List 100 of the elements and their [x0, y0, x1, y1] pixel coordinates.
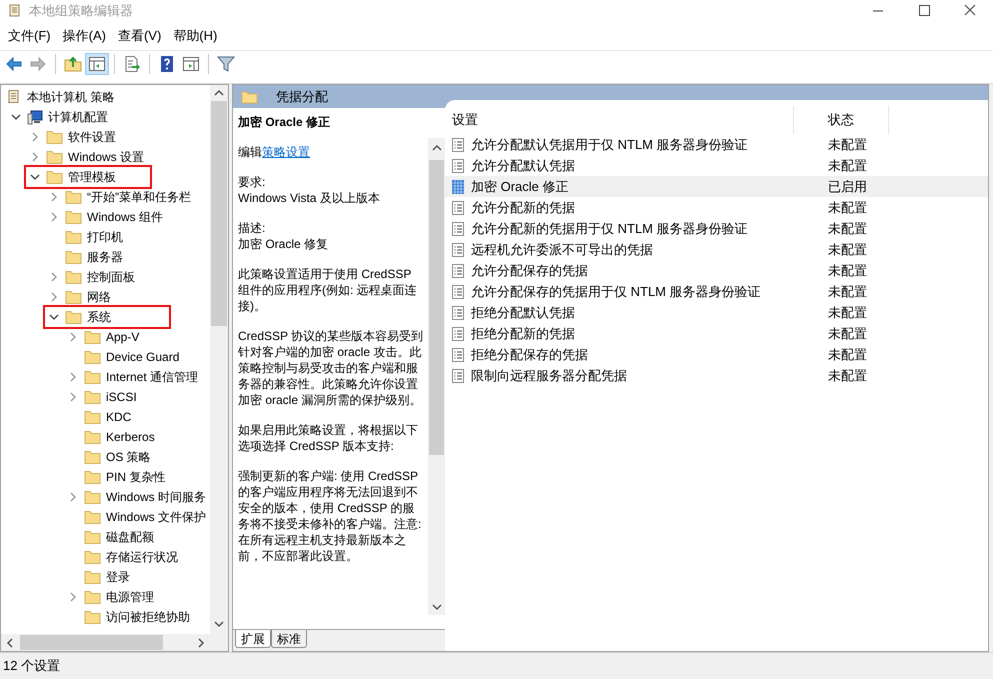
- policy-row[interactable]: 允许分配新的凭据 未配置: [445, 197, 988, 218]
- setting-name: 允许分配默认凭据: [471, 156, 576, 175]
- folder-icon: [65, 249, 82, 265]
- scroll-up-icon[interactable]: [432, 144, 442, 152]
- vertical-scrollbar[interactable]: [428, 138, 445, 615]
- scroll-thumb[interactable]: [429, 160, 444, 455]
- setting-icon: [451, 220, 465, 236]
- folder-icon: [65, 209, 82, 225]
- tree-item[interactable]: 计算机配置: [48, 108, 108, 126]
- tree-item[interactable]: App-V: [106, 328, 140, 346]
- tree-item[interactable]: Windows 文件保护: [106, 508, 206, 526]
- folder-icon: [84, 369, 101, 385]
- setting-state: 已启用: [827, 178, 868, 196]
- tree-item[interactable]: Windows 组件: [87, 208, 164, 226]
- vertical-scrollbar[interactable]: [210, 85, 228, 634]
- scroll-up-icon[interactable]: [214, 89, 224, 97]
- scroll-right-icon[interactable]: [197, 638, 205, 648]
- chevron-down-icon[interactable]: [30, 172, 40, 182]
- tree-item[interactable]: 存储运行状况: [106, 548, 178, 566]
- tree-item[interactable]: 控制面板: [87, 268, 135, 286]
- tree-item[interactable]: 本地计算机 策略: [27, 88, 114, 106]
- policy-row[interactable]: 加密 Oracle 修正 已启用: [445, 176, 988, 197]
- policy-row[interactable]: 允许分配保存的凭据用于仅 NTLM 服务器身份验证 未配置: [445, 281, 988, 302]
- policy-settings-link[interactable]: 策略设置: [262, 144, 310, 160]
- tree-item[interactable]: 网络: [87, 288, 111, 306]
- help-icon: [158, 54, 176, 72]
- folder-icon: [46, 129, 63, 145]
- tree-item[interactable]: OS 策略: [106, 448, 151, 466]
- chevron-right-icon[interactable]: [49, 292, 59, 302]
- chevron-down-icon[interactable]: [11, 112, 21, 122]
- tree-item[interactable]: Windows 时间服务: [106, 488, 206, 506]
- menu-item[interactable]: 操作(A): [56, 26, 112, 46]
- scroll-left-icon[interactable]: [6, 638, 14, 648]
- setting-icon: [451, 158, 465, 174]
- menu-item[interactable]: 文件(F): [2, 26, 57, 46]
- policy-row[interactable]: 允许分配默认凭据用于仅 NTLM 服务器身份验证 未配置: [445, 134, 988, 155]
- policy-row[interactable]: 限制向远程服务器分配凭据 未配置: [445, 365, 988, 386]
- folder-icon: [84, 589, 101, 605]
- scroll-thumb[interactable]: [211, 101, 227, 326]
- tree-item[interactable]: Windows 设置: [68, 148, 144, 166]
- policy-row[interactable]: 拒绝分配保存的凭据 未配置: [445, 344, 988, 365]
- tree-item[interactable]: 管理模板: [68, 168, 116, 186]
- chevron-right-icon[interactable]: [30, 152, 40, 162]
- description-text: 如果启用此策略设置，将根据以下选项选择 CredSSP 版本支持:: [238, 422, 419, 454]
- tree-item[interactable]: 系统: [87, 308, 111, 326]
- chevron-right-icon[interactable]: [68, 392, 78, 402]
- scroll-thumb[interactable]: [20, 635, 163, 650]
- folder-icon: [65, 289, 82, 305]
- tree-item[interactable]: 电源管理: [106, 588, 154, 606]
- setting-name: 拒绝分配保存的凭据: [471, 346, 589, 364]
- policy-row[interactable]: 允许分配默认凭据 未配置: [445, 155, 988, 176]
- tree-item[interactable]: 访问被拒绝协助: [106, 608, 190, 626]
- scroll-down-icon[interactable]: [214, 620, 224, 628]
- panel-button[interactable]: [85, 52, 109, 74]
- setting-icon: [451, 242, 465, 258]
- horizontal-scrollbar[interactable]: [1, 634, 228, 651]
- chevron-right-icon[interactable]: [49, 212, 59, 222]
- chevron-right-icon[interactable]: [30, 132, 40, 142]
- description-text: 强制更新的客户端: 使用 CredSSP 的客户端应用程序将无法回退到不安全的版本，使用 CredSSP 的服务将不接受未修补的客户端。注意: 在所有远程主机支持最新版本之前，不应部署此设置。: [238, 468, 422, 564]
- chevron-right-icon[interactable]: [68, 592, 78, 602]
- tree-item[interactable]: “开始”菜单和任务栏: [87, 188, 191, 206]
- column-header[interactable]: 设置: [445, 106, 794, 134]
- tree-item[interactable]: PIN 复杂性: [106, 468, 166, 486]
- tree-item[interactable]: KDC: [106, 408, 132, 426]
- chevron-right-icon[interactable]: [49, 192, 59, 202]
- policy-row[interactable]: 拒绝分配默认凭据 未配置: [445, 302, 988, 323]
- chevron-right-icon[interactable]: [68, 492, 78, 502]
- policy-row[interactable]: 允许分配保存的凭据 未配置: [445, 260, 988, 281]
- policy-row[interactable]: 远程机允许委派不可导出的凭据 未配置: [445, 239, 988, 260]
- document-arrow-icon: [123, 54, 141, 72]
- column-header[interactable]: 状态: [794, 106, 889, 134]
- policy-row[interactable]: 允许分配新的凭据用于仅 NTLM 服务器身份验证 未配置: [445, 218, 988, 239]
- menu-item[interactable]: 查看(V): [112, 26, 168, 46]
- folder-icon: [65, 189, 82, 205]
- tree-item[interactable]: Internet 通信管理: [106, 368, 198, 386]
- menu-item[interactable]: 帮助(H): [167, 26, 224, 46]
- chevron-down-icon[interactable]: [49, 312, 59, 322]
- setting-state: 未配置: [827, 366, 868, 385]
- chevron-right-icon[interactable]: [49, 272, 59, 282]
- status-text: 12 个设置: [3, 657, 60, 676]
- tree-item[interactable]: 登录: [106, 568, 130, 586]
- tree-item[interactable]: 服务器: [87, 248, 123, 266]
- tree-item[interactable]: Device Guard: [106, 348, 180, 366]
- chevron-right-icon[interactable]: [68, 332, 78, 342]
- tree-item[interactable]: iSCSI: [106, 388, 137, 406]
- description-text: 此策略设置适用于使用 CredSSP 组件的应用程序(例如: 远程桌面连接)。: [238, 266, 418, 314]
- setting-name: 拒绝分配默认凭据: [471, 304, 576, 322]
- tree-item[interactable]: 软件设置: [68, 128, 116, 146]
- description-text: Windows Vista 及以上版本: [238, 190, 381, 206]
- folder-icon: [65, 269, 82, 285]
- policy-row[interactable]: 拒绝分配新的凭据 未配置: [445, 323, 988, 344]
- tree-item[interactable]: Kerberos: [106, 428, 155, 446]
- setting-state: 未配置: [827, 240, 868, 259]
- tree-item[interactable]: 磁盘配额: [106, 528, 154, 546]
- view-tab[interactable]: 扩展: [235, 630, 271, 648]
- scroll-down-icon[interactable]: [432, 603, 442, 611]
- chevron-right-icon[interactable]: [68, 372, 78, 382]
- tree-item[interactable]: 打印机: [87, 228, 123, 246]
- panel-icon: [182, 54, 200, 72]
- view-tab[interactable]: 标准: [271, 630, 307, 648]
